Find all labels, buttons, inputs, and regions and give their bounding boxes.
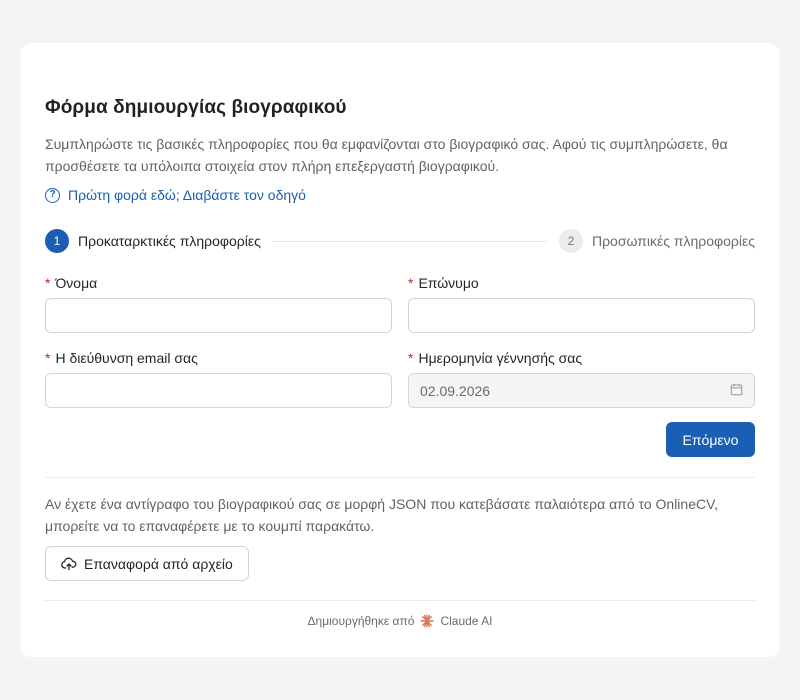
claude-sparkle-icon — [420, 614, 435, 628]
email-field: * Η διεύθυνση email σας — [45, 349, 392, 408]
step-connector — [272, 240, 547, 242]
last-name-field: * Επώνυμο — [408, 274, 755, 333]
first-name-input[interactable] — [45, 298, 392, 333]
footer-created-by: Δημιουργήθηκε από — [307, 614, 415, 628]
restore-button[interactable]: Επαναφορά από αρχείο — [45, 546, 249, 581]
divider — [45, 477, 755, 478]
question-circle-icon: ? — [45, 187, 60, 203]
form-description: Συμπληρώστε τις βασικές πληροφορίες που … — [45, 136, 728, 174]
step-2-label: Προσωπικές πληροφορίες — [591, 233, 755, 249]
stepper: 1 Προκαταρκτικές πληροφορίες 2 Προσωπικέ… — [45, 229, 755, 253]
cloud-upload-icon — [61, 557, 77, 570]
step-1-number: 1 — [45, 229, 69, 253]
first-name-label: * Όνομα — [45, 275, 98, 291]
footer-brand: Claude AI — [440, 614, 493, 628]
form-card: Φόρμα δημιουργίας βιογραφικού Συμπληρώστ… — [21, 43, 779, 657]
email-input[interactable] — [45, 373, 392, 408]
step-2-number: 2 — [558, 229, 583, 253]
birthdate-input[interactable] — [408, 373, 755, 408]
birthdate-label: * Ημερομηνία γέννησής σας — [408, 350, 583, 366]
restore-button-label: Επαναφορά από αρχείο — [84, 555, 233, 572]
footer: Δημιουργήθηκε από Claude AI — [45, 614, 755, 628]
birthdate-field: * Ημερομηνία γέννησής σας — [408, 349, 755, 408]
birthdate-wrapper — [408, 373, 755, 408]
step-2: 2 Προσωπικές πληροφορίες — [558, 229, 755, 253]
email-label: * Η διεύθυνση email σας — [45, 350, 198, 366]
calendar-icon[interactable] — [730, 383, 743, 396]
next-button[interactable]: Επόμενο — [666, 422, 755, 457]
first-name-field: * Όνομα — [45, 274, 392, 333]
footer-divider — [45, 600, 755, 601]
step-1: 1 Προκαταρκτικές πληροφορίες — [45, 229, 261, 253]
guide-link-label: Πρώτη φορά εδώ; Διαβάστε τον οδηγό — [68, 187, 306, 203]
last-name-label: * Επώνυμο — [408, 275, 479, 291]
page-title: Φόρμα δημιουργίας βιογραφικού — [45, 97, 347, 118]
guide-link[interactable]: ? Πρώτη φορά εδώ; Διαβάστε τον οδηγό — [45, 187, 306, 203]
last-name-input[interactable] — [408, 298, 755, 333]
restore-description: Αν έχετε ένα αντίγραφο του βιογραφικού σ… — [45, 496, 719, 534]
step-1-label: Προκαταρκτικές πληροφορίες — [78, 233, 261, 249]
